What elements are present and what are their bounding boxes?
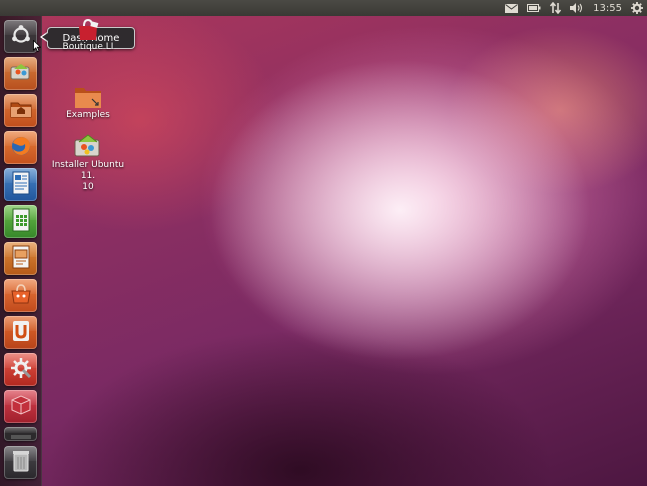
launcher-item-ubuntu-one[interactable] — [4, 316, 37, 349]
launcher-item-trash[interactable] — [4, 446, 37, 479]
installer-icon — [44, 132, 132, 160]
launcher-item-writer[interactable] — [4, 168, 37, 201]
launcher-item-system-settings[interactable] — [4, 353, 37, 386]
battery-icon[interactable] — [527, 0, 541, 16]
impress-icon — [11, 245, 31, 273]
trash-icon — [11, 449, 31, 477]
launcher-item-installer[interactable] — [4, 57, 37, 90]
gear-icon[interactable] — [631, 0, 643, 16]
launcher-item-workspace-switcher[interactable] — [4, 390, 37, 423]
desktop-icon-installer[interactable]: Installer Ubuntu 11. 10 — [44, 132, 132, 193]
clock[interactable]: 13:55 — [593, 0, 622, 16]
launcher-item-software-center[interactable] — [4, 279, 37, 312]
desktop-wallpaper — [0, 0, 647, 486]
tooltip-arrow-inner — [42, 33, 48, 41]
network-icon[interactable] — [550, 0, 562, 16]
workspace-strip-icon — [10, 427, 32, 441]
desktop-icon-label-line2: 10 — [82, 182, 94, 192]
launcher-item-overflow[interactable] — [4, 427, 37, 441]
calc-icon — [11, 208, 31, 236]
desktop-icon-boutique[interactable]: Boutique LI — [60, 18, 116, 53]
settings-icon — [9, 356, 33, 384]
mail-icon[interactable] — [505, 0, 519, 16]
ubuntu-one-icon — [11, 320, 31, 346]
launcher-item-home-folder[interactable] — [4, 94, 37, 127]
mouse-cursor-icon — [33, 37, 42, 56]
launcher — [0, 16, 42, 486]
software-center-icon — [9, 283, 33, 309]
folder-icon — [58, 84, 118, 110]
writer-icon — [11, 171, 31, 199]
workspaces-icon — [9, 394, 33, 420]
firefox-icon — [9, 134, 33, 162]
shopping-bag-icon — [60, 18, 116, 42]
home-folder-icon — [9, 98, 33, 124]
volume-icon[interactable] — [570, 0, 584, 16]
installer-icon — [9, 61, 33, 87]
desktop-icon-label-line1: Installer Ubuntu 11. — [51, 160, 125, 181]
top-panel: 13:55 — [0, 0, 647, 16]
desktop-icon-label: Boutique LI — [62, 42, 114, 52]
launcher-item-impress[interactable] — [4, 242, 37, 275]
launcher-item-firefox[interactable] — [4, 131, 37, 164]
desktop-icon-examples[interactable]: Examples — [58, 84, 118, 121]
desktop-icon-label: Examples — [66, 110, 110, 120]
launcher-item-calc[interactable] — [4, 205, 37, 238]
ubuntu-logo-icon — [10, 24, 32, 50]
